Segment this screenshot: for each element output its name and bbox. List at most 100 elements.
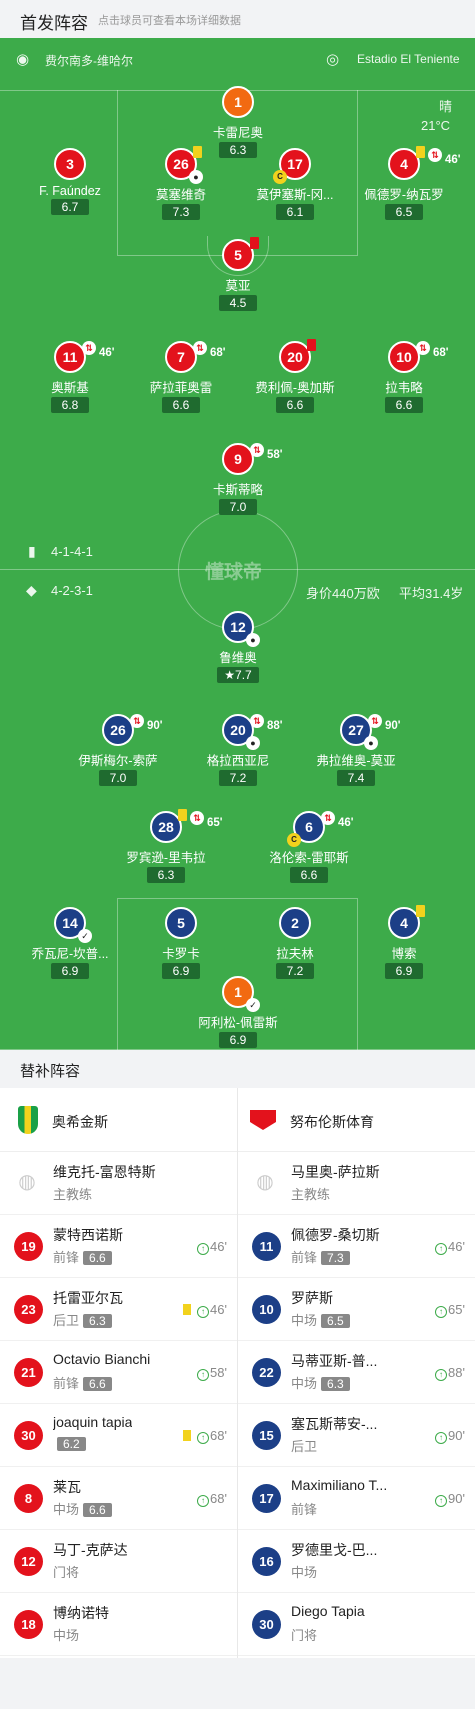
away-player[interactable]: 1 ✓ 阿利松-佩雷斯 6.9 <box>173 976 303 1049</box>
player-name: 伊斯梅尔-索萨 <box>78 754 158 768</box>
sub-position: 前锋 6.6 <box>53 1373 112 1392</box>
sub-in-icon: ↑ <box>435 1306 448 1318</box>
sub-minute: 90' <box>385 720 401 732</box>
sub-minute: ↑ 58' <box>197 1365 227 1381</box>
jersey-number: 5 <box>222 237 259 271</box>
home-team-logo <box>18 1106 38 1134</box>
player-name: 洛伦索-雷耶斯 <box>269 851 349 865</box>
home-player[interactable]: 7 ⇅ 68' 萨拉菲奥雷 6.6 <box>116 341 246 414</box>
sub-in-icon: ↑ <box>197 1432 210 1444</box>
away-sub-row[interactable]: 10 罗萨斯 中场 6.5 ↑ 65' <box>238 1278 475 1341</box>
coach-icon: ◍ <box>256 1171 274 1193</box>
away-team-row[interactable]: 努布伦斯体育 <box>238 1088 475 1152</box>
player-rating: 6.3 <box>147 867 185 883</box>
sub-position-text: 主教练 <box>291 1187 331 1202</box>
sub-minute: 58' <box>267 449 283 461</box>
lineup-header: 首发阵容 点击球员可查看本场详细数据 <box>0 0 475 38</box>
away-formation: 4-2-3-1 <box>51 583 93 598</box>
sub-name: 托雷亚尔瓦 <box>53 1290 123 1306</box>
player-name: 莫塞维奇 <box>155 188 206 202</box>
sub-number: 15 <box>252 1421 281 1450</box>
away-sub-row[interactable]: ◍ 马里奥-萨拉斯 主教练 <box>238 1152 475 1215</box>
stadium-icon: ◎ <box>326 51 340 68</box>
goal-ball-icon: ● <box>246 736 260 750</box>
away-player[interactable]: 20 ⇅ ● 88' 格拉西亚尼 7.2 <box>173 714 303 787</box>
away-player[interactable]: 27 ⇅ ● 90' 弗拉维奥-莫亚 7.4 <box>291 714 421 787</box>
sub-number: 30 <box>14 1421 43 1450</box>
sub-number: 30 <box>252 1610 281 1639</box>
away-sub-row[interactable]: 15 塞瓦斯蒂安-... 后卫 ↑ 90' <box>238 1404 475 1467</box>
away-player[interactable]: 28 ⇅ 65' 罗宾逊-里韦拉 6.3 <box>101 809 231 884</box>
sub-position-text: 后卫 <box>291 1439 318 1454</box>
away-player[interactable]: 4 博索 6.9 <box>339 905 469 980</box>
sub-name: Maximiliano T... <box>291 1477 388 1493</box>
player-name: 拉韦略 <box>385 381 423 395</box>
sub-rating: 6.3 <box>321 1377 350 1391</box>
home-sub-row[interactable]: 12 马丁-克萨达 门将 <box>0 1530 237 1593</box>
weather: 晴 <box>439 99 453 114</box>
sub-position-text: 主教练 <box>53 1187 93 1202</box>
sub-minute: 68' <box>210 347 226 359</box>
substitution-icon: ⇅ <box>82 341 96 355</box>
away-sub-row[interactable]: 16 罗德里戈-巴... 中场 <box>238 1530 475 1593</box>
home-player[interactable]: 10 ⇅ 68' 拉韦略 6.6 <box>339 341 469 414</box>
home-sub-row[interactable]: 18 博纳诺特 中场 <box>0 1593 237 1656</box>
player-name: 弗拉维奥-莫亚 <box>316 754 396 768</box>
away-sub-row[interactable]: 17 Maximiliano T... 前锋 ↑ 90' <box>238 1467 475 1530</box>
player-name: 佩德罗-纳瓦罗 <box>364 188 444 202</box>
captain-icon: C <box>273 170 287 184</box>
home-player[interactable]: 5 莫亚 4.5 <box>173 237 303 312</box>
jersey-number: 1 <box>222 86 254 118</box>
sub-position: 后卫 6.3 <box>53 1310 112 1329</box>
substitution-icon: ⇅ <box>428 148 442 162</box>
home-player[interactable]: 26 ● 莫塞维奇 7.3 <box>116 146 246 221</box>
away-player[interactable]: 12 ● 鲁维奥 ★7.7 <box>173 611 303 684</box>
home-sub-row[interactable]: 30 joaquin tapia 6.2 ↑ 68' <box>0 1404 237 1467</box>
home-sub-row[interactable]: 21 Octavio Bianchi 前锋 6.6 ↑ 58' <box>0 1341 237 1404</box>
sub-name: 罗萨斯 <box>291 1290 333 1306</box>
player-rating: 6.6 <box>276 397 314 413</box>
away-player[interactable]: 5 卡罗卡 6.9 <box>116 907 246 980</box>
home-player[interactable]: 9 ⇅ 58' 卡斯蒂略 7.0 <box>173 443 303 516</box>
player-rating: 6.9 <box>385 963 423 979</box>
sub-position: 中场 <box>291 1562 317 1581</box>
goal-ball-icon: ● <box>246 633 260 647</box>
sub-minute: 46' <box>445 154 461 166</box>
home-sub-row[interactable]: ◍ 维克托-富恩特斯 主教练 <box>0 1152 237 1215</box>
away-player[interactable]: 6 ⇅ C 46' 洛伦索-雷耶斯 6.6 <box>244 811 374 884</box>
home-sub-row[interactable]: 19 蒙特西诺斯 前锋 6.6 ↑ 46' <box>0 1215 237 1278</box>
away-player[interactable]: 26 ⇅ 90' 伊斯梅尔-索萨 7.0 <box>53 714 183 787</box>
substitution-icon: ⇅ <box>130 714 144 728</box>
sub-name: 马里奥-萨拉斯 <box>291 1164 380 1180</box>
sub-minute: 68' <box>433 347 449 359</box>
away-sub-row[interactable]: 22 马蒂亚斯-普... 中场 6.3 ↑ 88' <box>238 1341 475 1404</box>
sub-position-text: 中场 <box>291 1376 318 1391</box>
home-sub-row[interactable]: 8 莱瓦 中场 6.6 ↑ 68' <box>0 1467 237 1530</box>
player-name: 卡罗卡 <box>162 947 200 961</box>
sub-position-text: 中场 <box>53 1628 80 1643</box>
jersey-number: 1 ✓ <box>222 976 260 1012</box>
sub-position: 主教练 <box>291 1184 330 1203</box>
home-player[interactable]: 4 ⇅ 46' 佩德罗-纳瓦罗 6.5 <box>339 146 469 221</box>
home-sub-row[interactable]: 23 托雷亚尔瓦 后卫 6.3 ↑ 46' <box>0 1278 237 1341</box>
sub-minute: ↑ 46' <box>197 1239 227 1255</box>
away-sub-row[interactable]: 30 Diego Tapia 门将 <box>238 1593 475 1656</box>
jersey-number: 11 ⇅ 46' <box>54 341 115 373</box>
jersey-number: 9 ⇅ 58' <box>222 443 283 475</box>
sub-minute-text: 58' <box>210 1365 227 1380</box>
temperature: 21°C <box>421 118 451 133</box>
jersey-number: 26 ⇅ 90' <box>102 714 163 746</box>
sub-minute-text: 46' <box>210 1302 227 1317</box>
player-rating: 7.4 <box>337 770 375 786</box>
assist-boot-icon: ✓ <box>246 998 260 1012</box>
away-sub-row[interactable]: 11 佩德罗-桑切斯 前锋 7.3 ↑ 46' <box>238 1215 475 1278</box>
player-rating: 7.2 <box>219 770 257 786</box>
player-rating: ★7.7 <box>217 667 259 683</box>
substitution-icon: ⇅ <box>416 341 430 355</box>
sub-number: 11 <box>252 1232 281 1261</box>
yellow-card-icon <box>183 1430 192 1441</box>
sub-minute-text: 46' <box>448 1239 465 1254</box>
sub-number: 17 <box>252 1484 281 1513</box>
home-team-row[interactable]: 奥希金斯 <box>0 1088 237 1152</box>
sub-position: 前锋 <box>291 1499 317 1518</box>
